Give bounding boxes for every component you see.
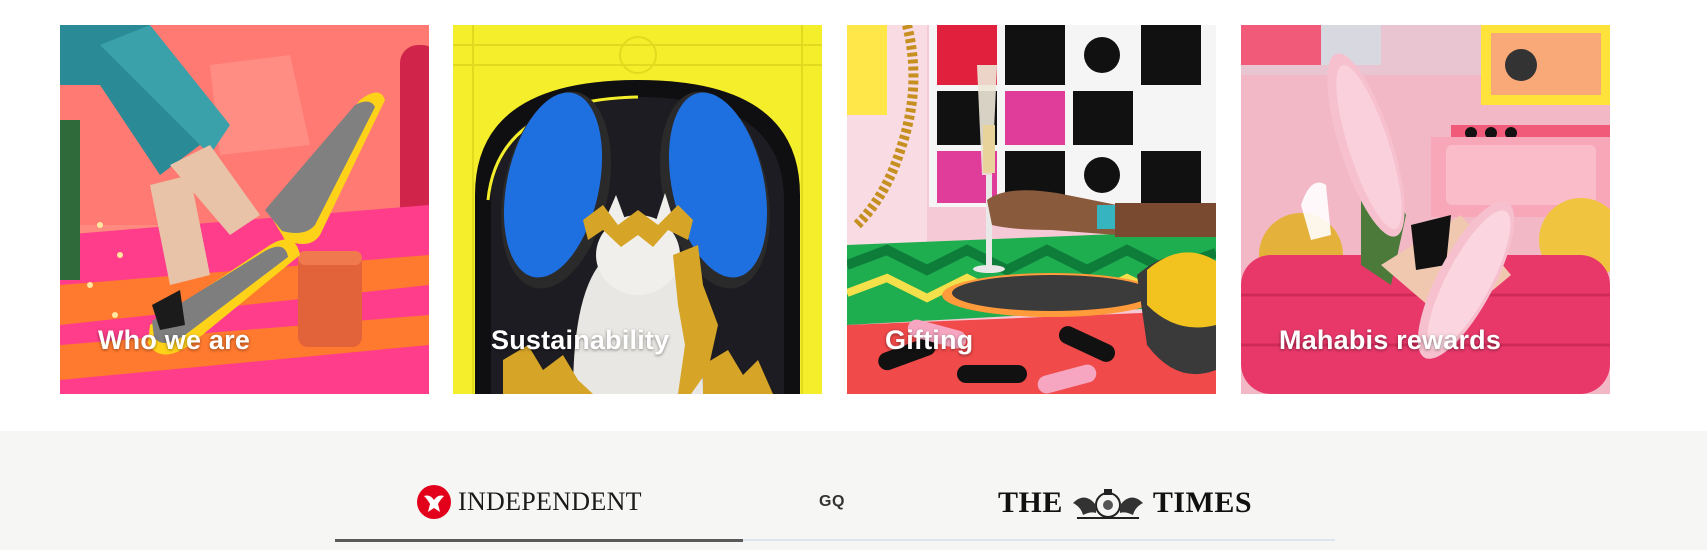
card-label: Mahabis rewards [1279,325,1502,355]
gq-logo[interactable]: GQ [819,490,845,514]
press-logos-section [0,431,1707,550]
card-gifting[interactable]: Gifting [847,25,1216,394]
the-times-logo[interactable]: THE TIMES [998,483,1252,523]
gq-logo-text: GQ [819,493,845,510]
royal-crest-icon [1072,489,1143,519]
carousel-progress-track[interactable] [335,539,1335,542]
card-sustainability[interactable]: Sustainability [453,25,822,394]
card-label: Gifting [885,325,974,355]
card-label: Who we are [98,325,251,355]
eagle-icon [417,485,451,519]
card-label: Sustainability [491,325,670,355]
independent-logo[interactable]: INDEPENDENT [416,484,642,520]
card-who-we-are[interactable]: Who we are [60,25,429,394]
the-times-logo-the: THE [998,486,1063,519]
card-mahabis-rewards[interactable]: Mahabis rewards [1241,25,1610,394]
feature-cards: Who we are Sustainability Gifting Mahabi… [0,0,1707,430]
independent-logo-text: INDEPENDENT [458,487,642,516]
carousel-progress-indicator [335,539,743,542]
the-times-logo-times: TIMES [1152,486,1253,519]
